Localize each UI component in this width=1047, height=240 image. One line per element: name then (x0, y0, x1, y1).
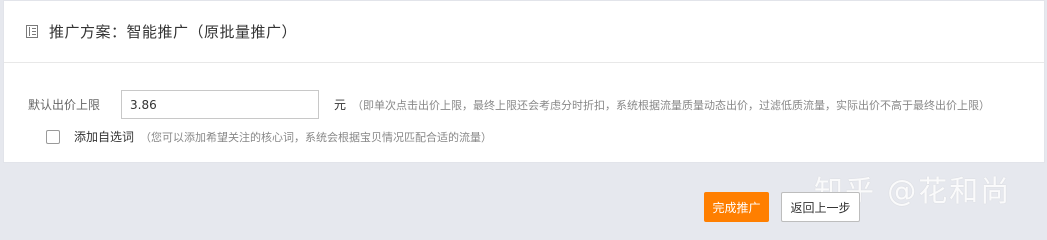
bid-unit-label: 元 (334, 98, 347, 112)
document-icon (26, 25, 38, 38)
add-keywords-hint: （您可以添加希望关注的核心词，系统会根据宝贝情况匹配合适的流量） (140, 130, 493, 144)
finish-promotion-button[interactable]: 完成推广 (704, 192, 769, 222)
bid-limit-label: 默认出价上限 (28, 98, 101, 112)
panel-title: 推广方案：智能推广（原批量推广） (49, 23, 298, 41)
bid-limit-input[interactable] (121, 90, 319, 119)
promotion-settings-panel: 推广方案：智能推广（原批量推广） 默认出价上限 元 （即单次点击出价上限，最终上… (3, 0, 1045, 163)
add-keywords-label[interactable]: 添加自选词 (74, 128, 134, 145)
bid-limit-row: 默认出价上限 元 （即单次点击出价上限，最终上限还会考虑分时折扣，系统根据流量质… (28, 90, 990, 119)
add-keywords-checkbox[interactable] (46, 129, 60, 144)
custom-keywords-row: 添加自选词 （您可以添加希望关注的核心词，系统会根据宝贝情况匹配合适的流量） (46, 128, 492, 145)
page: 推广方案：智能推广（原批量推广） 默认出价上限 元 （即单次点击出价上限，最终上… (0, 0, 1047, 237)
panel-header: 推广方案：智能推广（原批量推广） (4, 1, 1044, 63)
bid-limit-hint: （即单次点击出价上限，最终上限还会考虑分时折扣，系统根据流量质量动态出价，过滤低… (352, 98, 991, 112)
back-button[interactable]: 返回上一步 (781, 192, 860, 222)
